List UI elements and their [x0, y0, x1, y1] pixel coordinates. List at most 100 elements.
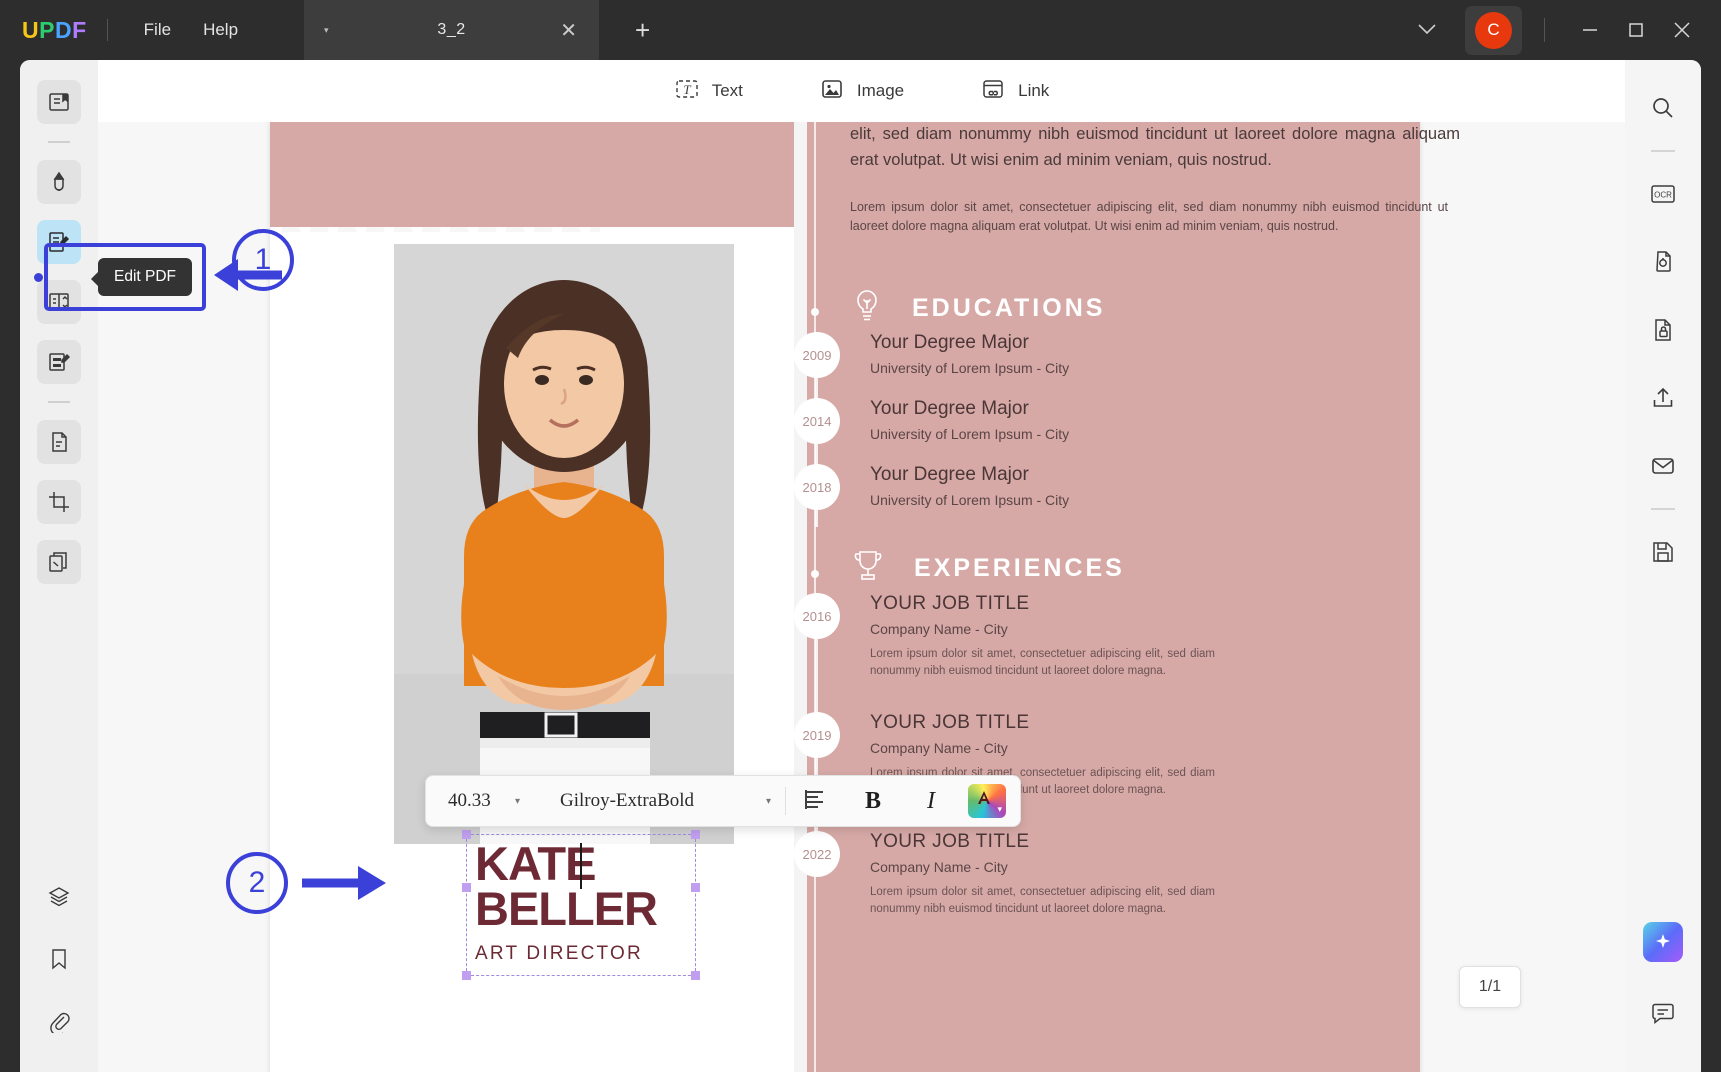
education-entry-1: 2009 Your Degree Major University of Lor… — [794, 332, 1069, 378]
rrail-divider-2 — [1651, 508, 1675, 510]
experience-desc-3: Lorem ipsum dolor sit amet, consectetuer… — [870, 886, 1215, 916]
titlebar-right-controls: C — [1403, 5, 1721, 55]
selection-handle-tl[interactable] — [462, 830, 471, 839]
maximize-button[interactable] — [1613, 7, 1659, 53]
experience-body-1: YOUR JOB TITLE Company Name - City Lorem… — [870, 593, 1215, 681]
layers-icon[interactable] — [37, 875, 81, 919]
experience-title-3: YOUR JOB TITLE — [870, 831, 1030, 852]
bold-button[interactable]: B — [844, 775, 902, 827]
bookmark-icon[interactable] — [37, 937, 81, 981]
education-sub-1: University of Lorem Ipsum - City — [870, 360, 1070, 376]
experience-title-2: YOUR JOB TITLE — [870, 712, 1030, 733]
portrait-photo[interactable] — [394, 244, 734, 844]
save-as-icon[interactable] — [1639, 528, 1687, 576]
attachment-icon[interactable] — [37, 999, 81, 1043]
ocr-icon[interactable]: OCR — [1639, 170, 1687, 218]
annotation-arrow-2 — [302, 866, 386, 900]
education-body-3: Your Degree Major University of Lorem Ip… — [870, 464, 1069, 510]
logo-letter-u: U — [22, 16, 40, 43]
education-year-3: 2018 — [794, 464, 840, 510]
document-viewport[interactable]: elit, sed diam nonummy nibh euismod tinc… — [98, 122, 1625, 1072]
edit-toolbar: T Text Image Link — [98, 60, 1625, 122]
left-toolbar-bottom — [37, 866, 81, 1072]
resume-top-accent — [270, 122, 794, 227]
tool-text[interactable]: T Text — [674, 76, 743, 107]
tab-title: 3_2 — [437, 21, 466, 38]
font-size-select[interactable]: 40.33 ▾ — [426, 790, 536, 812]
sidebar-item-crop[interactable] — [37, 480, 81, 524]
education-year-2: 2014 — [794, 398, 840, 444]
align-button[interactable] — [786, 775, 844, 827]
logo-letter-p: P — [39, 16, 55, 43]
sidebar-item-organize[interactable] — [37, 540, 81, 584]
titlebar-divider — [106, 19, 108, 41]
share-icon[interactable] — [1639, 374, 1687, 422]
font-format-toolbar[interactable]: 40.33 ▾ Gilroy-ExtraBold ▾ B I ▾ — [425, 775, 1021, 827]
font-size-caret-icon[interactable]: ▾ — [515, 796, 520, 807]
education-title-3: Your Degree Major — [870, 464, 1029, 485]
experience-sub-3: Company Name - City — [870, 859, 1008, 875]
comment-panel-icon[interactable] — [1639, 990, 1687, 1038]
section-experiences-header: EXPERIENCES — [850, 547, 1125, 590]
color-swatch — [975, 789, 993, 807]
account-button[interactable]: C — [1465, 5, 1522, 55]
protect-icon[interactable] — [1639, 306, 1687, 354]
experience-desc-1: Lorem ipsum dolor sit amet, consectetuer… — [870, 648, 1215, 678]
logo-letter-d: D — [54, 16, 73, 43]
section-educations-header: EDUCATIONS — [850, 287, 1105, 330]
tool-link[interactable]: Link — [980, 76, 1049, 107]
education-body-2: Your Degree Major University of Lorem Ip… — [870, 398, 1069, 444]
selection-handle-mr[interactable] — [691, 883, 700, 892]
tool-image[interactable]: Image — [819, 76, 904, 107]
menu-file[interactable]: File — [128, 14, 187, 46]
color-caret-icon[interactable]: ▾ — [997, 804, 1002, 815]
font-size-value: 40.33 — [448, 790, 491, 811]
minimize-button[interactable] — [1567, 7, 1613, 53]
role-text[interactable]: ART DIRECTOR — [475, 943, 687, 965]
experience-sub-1: Company Name - City — [870, 621, 1008, 637]
search-icon[interactable] — [1639, 84, 1687, 132]
education-entry-2: 2014 Your Degree Major University of Lor… — [794, 398, 1069, 444]
education-sub-2: University of Lorem Ipsum - City — [870, 426, 1070, 442]
close-button[interactable] — [1659, 7, 1705, 53]
document-tab[interactable]: ▾ 3_2 ✕ — [304, 0, 600, 60]
email-icon[interactable] — [1639, 442, 1687, 490]
sidebar-item-comment[interactable] — [37, 160, 81, 204]
education-sub-3: University of Lorem Ipsum - City — [870, 492, 1070, 508]
tab-caret-icon[interactable]: ▾ — [324, 25, 329, 36]
image-icon — [819, 76, 845, 107]
selection-handle-br[interactable] — [691, 971, 700, 981]
avatar: C — [1475, 11, 1512, 49]
titlebar-divider-2 — [1544, 18, 1545, 42]
ai-assistant-icon[interactable] — [1643, 922, 1683, 962]
education-body-1: Your Degree Major University of Lorem Ip… — [870, 332, 1069, 378]
text-color-picker[interactable]: ▾ — [968, 784, 1006, 818]
new-tab-button[interactable]: + — [635, 15, 650, 46]
education-title-1: Your Degree Major — [870, 332, 1029, 353]
selection-handle-ml[interactable] — [462, 883, 471, 892]
italic-button[interactable]: I — [902, 775, 960, 827]
tool-link-label: Link — [1018, 81, 1050, 100]
menu-help[interactable]: Help — [187, 14, 254, 46]
svg-text:OCR: OCR — [1654, 191, 1672, 200]
compress-icon[interactable] — [1639, 238, 1687, 286]
experience-entry-1: 2016 YOUR JOB TITLE Company Name - City … — [794, 593, 1215, 681]
font-family-caret-icon[interactable]: ▾ — [766, 796, 771, 807]
timeline-dot-educations — [811, 308, 819, 316]
selection-handle-bl[interactable] — [462, 971, 471, 981]
name-text-block[interactable]: KATE BELLER ART DIRECTOR — [462, 830, 700, 981]
updf-logo: U P D F — [22, 17, 87, 44]
last-name-text[interactable]: BELLER — [475, 885, 687, 932]
pdf-page[interactable]: elit, sed diam nonummy nibh euismod tinc… — [270, 122, 1460, 1072]
section-experiences-title: EXPERIENCES — [914, 554, 1125, 582]
education-title-2: Your Degree Major — [870, 398, 1029, 419]
selection-handle-tr[interactable] — [691, 830, 700, 839]
experience-title-1: YOUR JOB TITLE — [870, 593, 1030, 614]
font-family-select[interactable]: Gilroy-ExtraBold ▾ — [536, 790, 785, 812]
left-toolbar — [20, 60, 98, 1072]
sidebar-item-reader[interactable] — [37, 80, 81, 124]
sidebar-item-form[interactable] — [37, 340, 81, 384]
tab-close-icon[interactable]: ✕ — [560, 18, 577, 43]
chevron-down-icon[interactable] — [1403, 14, 1451, 47]
sidebar-item-convert[interactable] — [37, 420, 81, 464]
